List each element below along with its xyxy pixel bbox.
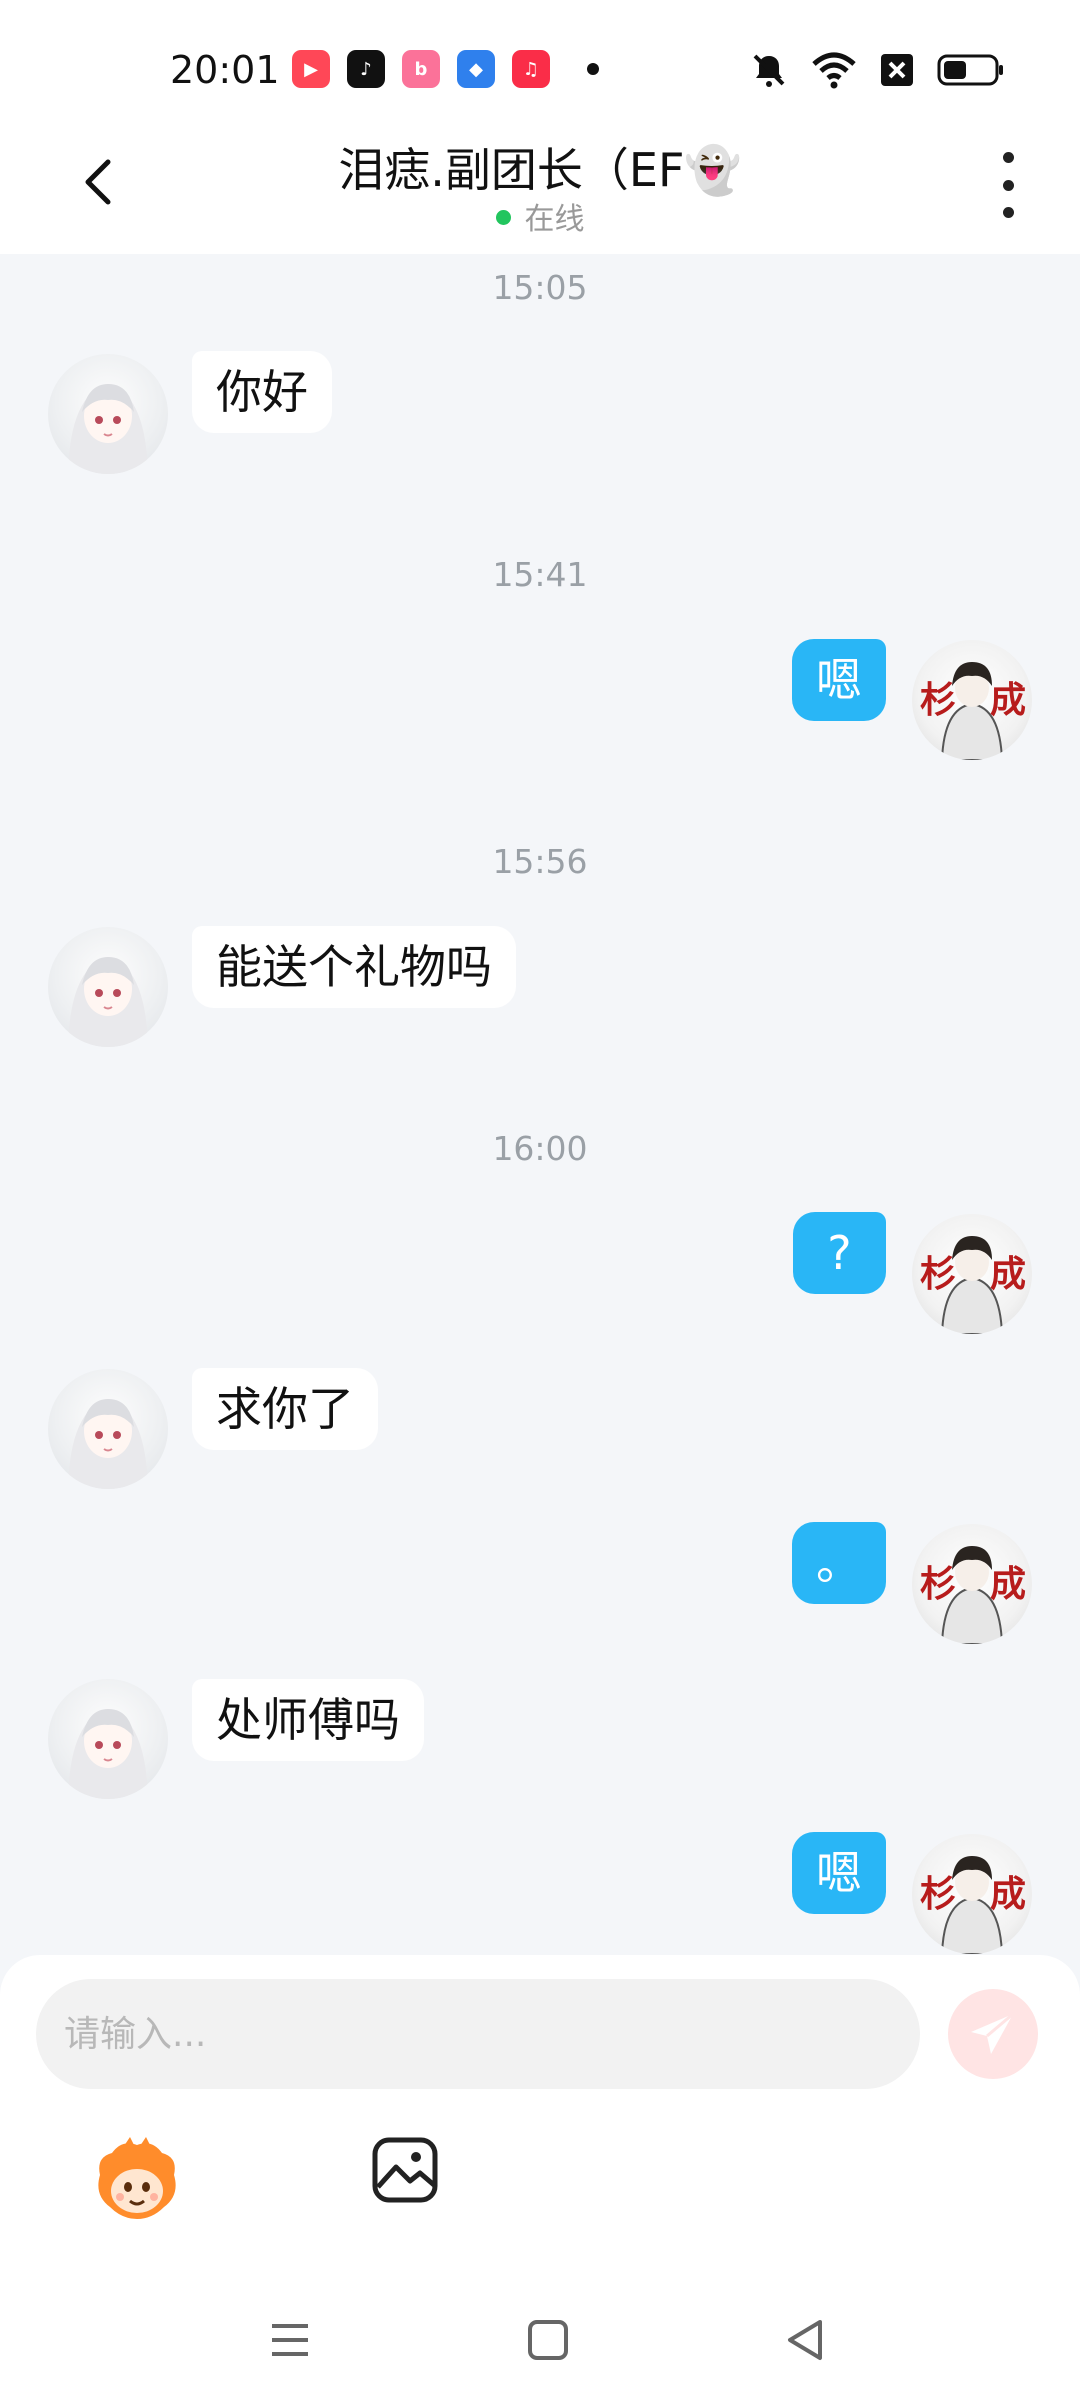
timestamp: 15:41 [492,555,588,594]
anime-boy-avatar-icon: 杉 成 [920,1236,1026,1334]
mascot-emoji-button[interactable] [92,2135,182,2225]
message-bubble-incoming[interactable]: 能送个礼物吗 [192,926,516,1008]
timestamp: 15:56 [492,842,588,881]
menu-nav-icon[interactable] [260,2310,320,2370]
music-icon: ♫ [512,50,550,88]
image-picker-button[interactable] [370,2135,440,2205]
anime-boy-avatar-icon: 杉 成 [920,1546,1026,1644]
douyin-icon: ♪ [347,50,385,88]
contact-avatar[interactable] [48,1679,168,1799]
more-dot-icon [1002,179,1014,191]
anime-boy-avatar-icon: 杉 成 [920,662,1026,760]
app-blue-icon: ◆ [457,50,495,88]
anime-boy-avatar-icon: 杉 成 [920,1856,1026,1954]
my-avatar[interactable]: 杉 成 [912,1214,1032,1334]
mute-icon [753,54,785,87]
message-bubble-incoming[interactable]: 你好 [192,351,332,433]
status-bar: 20:01 ▶ ♪ b ◆ ♫ [0,0,1080,130]
online-status: 在线 [0,194,1080,238]
anime-girl-avatar-icon [68,1709,148,1799]
contact-avatar[interactable] [48,1369,168,1489]
system-nav-bar [0,2290,1080,2400]
anime-girl-avatar-icon [68,957,148,1047]
my-avatar[interactable]: 杉 成 [912,1524,1032,1644]
more-dot-icon [1002,152,1014,163]
svg-text:杉: 杉 [920,1873,956,1915]
paper-plane-icon [971,2012,1014,2054]
svg-text:杉: 杉 [920,679,956,721]
message-input[interactable] [36,1979,920,2089]
send-button[interactable] [948,1989,1038,2079]
sim-x-icon [881,54,913,86]
message-bubble-outgoing[interactable]: 嗯 [792,1832,886,1914]
anime-girl-avatar-icon [68,1399,148,1489]
online-dot-icon [495,210,511,225]
battery-icon [937,54,1003,86]
svg-text:成: 成 [990,679,1026,721]
my-avatar[interactable]: 杉 成 [912,640,1032,760]
anime-girl-avatar-icon [68,384,148,474]
chat-header: 泪痣.副团长（EF👻 在线 [0,130,1080,254]
kuaishou-icon: ▶ [292,50,330,88]
timestamp: 15:05 [492,268,588,307]
more-notifications-dot [587,63,599,75]
status-time: 20:01 [170,48,280,92]
back-nav-icon[interactable] [776,2310,836,2370]
svg-text:杉: 杉 [920,1253,956,1295]
online-status-label: 在线 [524,202,585,237]
message-bubble-incoming[interactable]: 处师傅吗 [192,1679,424,1761]
message-bubble-outgoing[interactable]: 。 [792,1522,886,1604]
contact-avatar[interactable] [48,927,168,1047]
message-list[interactable]: 15:05 你好 15:41 杉 成 嗯 15:56 能送个礼物吗 16:00 … [0,254,1080,1954]
home-nav-icon[interactable] [518,2310,578,2370]
wifi-icon [812,52,856,89]
more-options-button[interactable] [988,152,1028,218]
contact-avatar[interactable] [48,354,168,474]
svg-text:成: 成 [990,1563,1026,1605]
svg-text:成: 成 [990,1873,1026,1915]
my-avatar[interactable]: 杉 成 [912,1834,1032,1954]
timestamp: 16:00 [492,1129,588,1168]
notification-apps: ▶ ♪ b ◆ ♫ [292,50,599,88]
more-dot-icon [1002,207,1014,218]
status-indicators [749,50,1005,90]
message-bubble-incoming[interactable]: 求你了 [192,1368,378,1450]
svg-text:杉: 杉 [920,1563,956,1605]
svg-text:成: 成 [990,1253,1026,1295]
bilibili-icon: b [402,50,440,88]
message-bubble-outgoing[interactable]: 嗯 [792,639,886,721]
message-bubble-outgoing[interactable]: ? [793,1212,886,1294]
contact-name: 泪痣.副团长（EF👻 [338,143,742,197]
